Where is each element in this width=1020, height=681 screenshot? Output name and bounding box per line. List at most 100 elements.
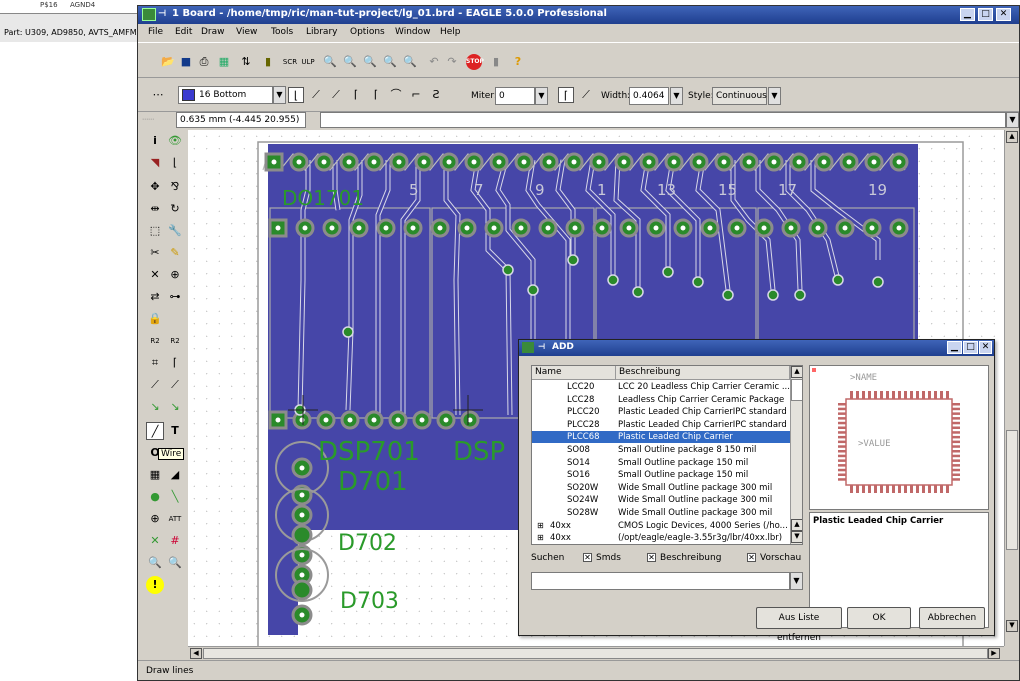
menu-help[interactable]: Help	[440, 27, 461, 37]
warning-icon[interactable]: !	[146, 576, 164, 594]
signal-icon[interactable]: ╲	[166, 488, 184, 506]
style-select[interactable]: Continuous	[712, 87, 767, 105]
text-icon[interactable]: T	[166, 422, 184, 440]
lock-icon[interactable]: ⊶	[166, 288, 184, 306]
menu-file[interactable]: File	[148, 27, 163, 37]
list-item[interactable]: ⊞ 40xx CMOS Logic Devices, 4000 Series (/h…	[532, 520, 790, 532]
mark-icon[interactable]: ⌊	[166, 154, 184, 172]
scroll-left-icon[interactable]: ◀	[190, 648, 202, 659]
dialog-close-icon[interactable]: ✕	[979, 341, 992, 354]
value-icon[interactable]: R2	[166, 332, 184, 350]
sch-icon[interactable]: SCR	[282, 54, 298, 70]
menu-library[interactable]: Library	[306, 27, 337, 37]
app-icon[interactable]	[142, 8, 156, 21]
miter-round-icon[interactable]: ⌈	[558, 87, 574, 103]
zoom-fit-icon[interactable]: 🔍	[322, 54, 338, 70]
menu-edit[interactable]: Edit	[175, 27, 192, 37]
ripup-icon[interactable]: ↘	[146, 398, 164, 416]
pin-icon[interactable]: ⊣	[158, 9, 166, 19]
list-item[interactable]: PLCC20 Plastic Leaded Chip CarrierIPC sta…	[532, 406, 790, 418]
rotate-icon[interactable]: ↻	[166, 200, 184, 218]
redraw-icon[interactable]: 🔍	[382, 54, 398, 70]
expand-icon[interactable]: ⊞	[537, 532, 544, 544]
expand-icon[interactable]: ⊞	[537, 520, 544, 532]
change-icon[interactable]: 🔧	[166, 222, 184, 240]
list-scroll-down-small-icon[interactable]: ▲	[791, 519, 802, 531]
grid-icon[interactable]: ⋯	[150, 87, 166, 103]
display-icon[interactable]: ◥	[146, 154, 164, 172]
search-dropdown-icon[interactable]: ▼	[790, 572, 803, 590]
ok-button[interactable]: OK	[847, 607, 911, 629]
miter-tool-icon[interactable]: ⌈	[166, 354, 184, 372]
column-header-description[interactable]: Beschreibung	[616, 366, 790, 380]
bend-style-6-icon[interactable]: ⌐	[408, 87, 424, 103]
command-line-input[interactable]	[320, 112, 1006, 128]
save-icon[interactable]: ■	[178, 54, 194, 70]
remove-from-list-button[interactable]: Aus Liste entfernen	[756, 607, 842, 643]
bend-style-0-icon[interactable]: ⌊	[288, 87, 304, 103]
list-item[interactable]: LCC28 Leadless Chip Carrier Ceramic Packa…	[532, 394, 790, 406]
ulp-run-icon[interactable]: ULP	[300, 54, 316, 70]
list-item[interactable]: PLCC28 Plastic Leaded Chip CarrierIPC sta…	[532, 419, 790, 431]
dialog-pin-icon[interactable]: ⊣	[538, 342, 545, 351]
errors-icon[interactable]: 🔍	[166, 554, 184, 572]
close-icon[interactable]: ✕	[996, 8, 1011, 21]
redo-icon[interactable]: ↷	[444, 54, 460, 70]
preview-checkbox[interactable]: ✕	[747, 553, 756, 562]
list-item[interactable]: PLCC68 Plastic Leaded Chip Carrier	[532, 431, 790, 444]
help-icon[interactable]: ?	[510, 54, 526, 70]
bend-style-2-icon[interactable]: ⟋	[328, 87, 344, 103]
undo-icon[interactable]: ↶	[426, 54, 442, 70]
wire-icon[interactable]: ╱	[146, 422, 164, 440]
layer-dropdown-icon[interactable]: ▼	[273, 86, 286, 104]
polygon-icon[interactable]: ◢	[166, 466, 184, 484]
paste-icon[interactable]: ✎	[166, 244, 184, 262]
smash-icon[interactable]: 🔒	[146, 310, 164, 328]
smds-checkbox[interactable]: ✕	[583, 553, 592, 562]
copy-icon[interactable]: ⅋	[166, 178, 184, 196]
bend-style-1-icon[interactable]: ⟋	[308, 87, 324, 103]
list-item[interactable]: ⊞ 40xx (/opt/eagle/eagle-3.55r3g/lbr/40xx.…	[532, 532, 790, 544]
list-scroll-thumb[interactable]	[791, 379, 802, 401]
unrouted-icon[interactable]: ↘	[166, 398, 184, 416]
maximize-icon[interactable]: □	[978, 8, 993, 21]
menu-options[interactable]: Options	[350, 27, 385, 37]
package-list[interactable]: Name Beschreibung LCC20 LCC 20 Leadless C…	[531, 365, 803, 545]
split-icon[interactable]: ✂	[146, 244, 164, 262]
list-item[interactable]: SO14 Small Outline package 150 mil	[532, 457, 790, 469]
split-wire-icon[interactable]: ⟋	[146, 376, 164, 394]
miter-dropdown-icon[interactable]: ▼	[535, 87, 548, 105]
cam-icon[interactable]: ▦	[216, 54, 232, 70]
hole-icon[interactable]: ⊕	[146, 510, 164, 528]
list-item[interactable]: SO24W Wide Small Outline package 300 mil	[532, 494, 790, 506]
via-icon[interactable]: ●	[146, 488, 164, 506]
command-history-dropdown-icon[interactable]: ▼	[1006, 112, 1019, 128]
list-item[interactable]: SO20W Wide Small Outline package 300 mil	[532, 482, 790, 494]
menu-tools[interactable]: Tools	[271, 27, 293, 37]
width-dropdown-icon[interactable]: ▼	[670, 87, 683, 105]
scroll-right-icon[interactable]: ▶	[988, 648, 1000, 659]
delete-icon[interactable]: ✕	[146, 266, 164, 284]
dialog-minimize-icon[interactable]: ▁	[947, 341, 962, 354]
bend-style-3-icon[interactable]: ⌈	[348, 87, 364, 103]
style-dropdown-icon[interactable]: ▼	[768, 87, 781, 105]
rect-icon[interactable]: ▦	[146, 466, 164, 484]
auto-icon[interactable]: #	[166, 532, 184, 550]
ulp-icon[interactable]: ▮	[260, 54, 276, 70]
route-icon[interactable]: ⟋	[166, 376, 184, 394]
drc-icon[interactable]: 🔍	[146, 554, 164, 572]
scroll-down-icon[interactable]: ▼	[1006, 620, 1018, 632]
horizontal-scrollbar[interactable]: ◀ ▶	[188, 646, 1004, 660]
stop-icon[interactable]: STOP	[466, 54, 484, 70]
vertical-scrollbar[interactable]: ▲ ▼	[1004, 130, 1019, 646]
zoom-in-icon[interactable]: 🔍	[342, 54, 358, 70]
column-header-name[interactable]: Name	[532, 366, 616, 380]
layer-select[interactable]: 16 Bottom	[178, 86, 273, 104]
group-icon[interactable]: ⬚	[146, 222, 164, 240]
move-icon[interactable]: ✥	[146, 178, 164, 196]
horizontal-scroll-thumb[interactable]	[203, 648, 988, 659]
name-icon[interactable]: R2	[146, 332, 164, 350]
miter-straight-icon[interactable]: ⟋	[578, 87, 594, 103]
list-scrollbar[interactable]: ▲ ▲ ▼	[790, 366, 802, 544]
list-item[interactable]: SO28W Wide Small Outline package 300 mil	[532, 507, 790, 519]
